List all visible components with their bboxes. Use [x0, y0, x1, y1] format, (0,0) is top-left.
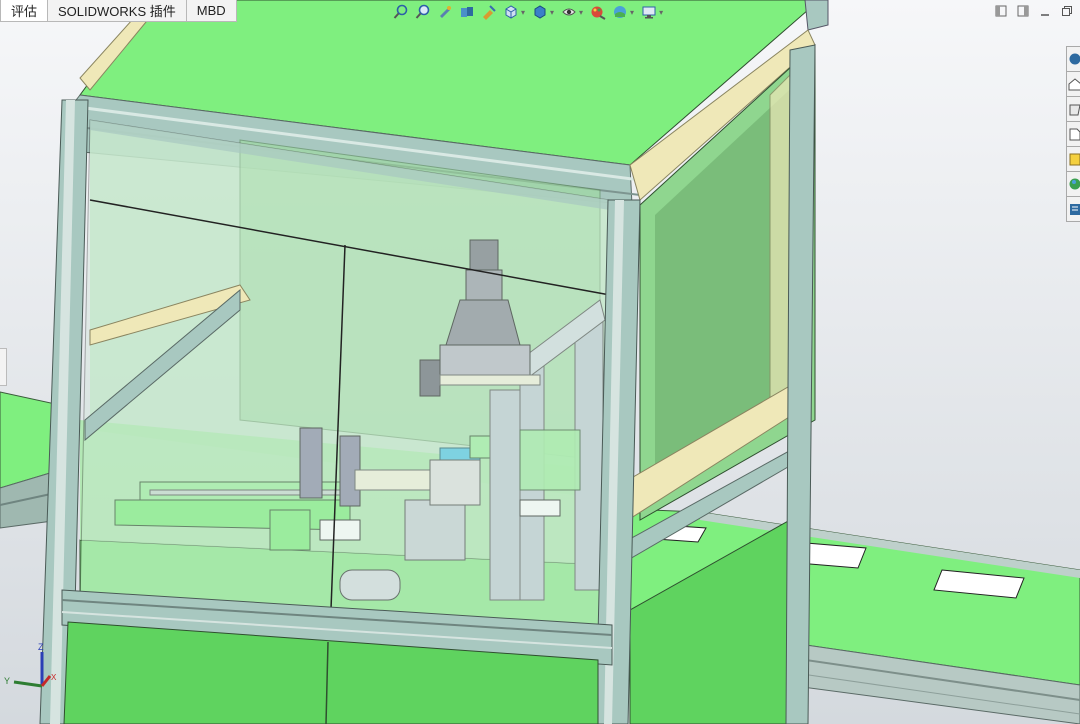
view-palette-icon[interactable] — [1066, 146, 1080, 172]
tile-right-icon[interactable] — [1016, 4, 1030, 18]
view-orientation-dropdown-icon[interactable]: ▾ — [521, 8, 525, 17]
previous-view-icon[interactable] — [436, 3, 454, 21]
section-view-icon[interactable] — [458, 3, 476, 21]
svg-text:X: X — [51, 673, 57, 682]
tab-solidworks-addins[interactable]: SOLIDWORKS 插件 — [47, 0, 187, 22]
tab-evaluate[interactable]: 评估 — [0, 0, 49, 22]
solidworks-resources-icon[interactable] — [1066, 46, 1080, 72]
restore-icon[interactable] — [1060, 4, 1074, 18]
minimize-icon[interactable] — [1038, 4, 1052, 18]
home-icon[interactable] — [1066, 71, 1080, 97]
edit-appearance-icon[interactable] — [589, 3, 607, 21]
view-orientation-icon[interactable] — [502, 3, 520, 21]
view-settings-dropdown-icon[interactable]: ▾ — [659, 8, 663, 17]
view-settings-icon[interactable] — [640, 3, 658, 21]
dynamic-annotation-icon[interactable] — [480, 3, 498, 21]
display-style-dropdown-icon[interactable]: ▾ — [550, 8, 554, 17]
apply-scene-icon[interactable] — [611, 3, 629, 21]
svg-text:Z: Z — [38, 642, 44, 652]
design-library-icon[interactable] — [1066, 96, 1080, 122]
heads-up-view-toolbar: ▾ ▾ ▾ ▾ ▾ — [392, 2, 665, 22]
zoom-to-fit-icon[interactable] — [392, 3, 410, 21]
tile-left-icon[interactable] — [994, 4, 1008, 18]
graphics-area[interactable]: Z Y X — [0, 0, 1080, 724]
custom-properties-icon[interactable] — [1066, 196, 1080, 222]
tab-mbd[interactable]: MBD — [185, 0, 237, 22]
command-manager-tabs: 评估 SOLIDWORKS 插件 MBD — [0, 0, 237, 22]
zoom-to-area-icon[interactable] — [414, 3, 432, 21]
appearances-icon[interactable] — [1066, 171, 1080, 197]
hide-show-dropdown-icon[interactable]: ▾ — [579, 8, 583, 17]
feature-manager-collapse-tab[interactable] — [0, 348, 7, 386]
task-pane-tabs — [1066, 46, 1080, 222]
document-window-controls — [994, 4, 1074, 18]
display-style-icon[interactable] — [531, 3, 549, 21]
hide-show-items-icon[interactable] — [560, 3, 578, 21]
apply-scene-dropdown-icon[interactable]: ▾ — [630, 8, 634, 17]
file-explorer-icon[interactable] — [1066, 121, 1080, 147]
svg-text:Y: Y — [4, 676, 10, 686]
